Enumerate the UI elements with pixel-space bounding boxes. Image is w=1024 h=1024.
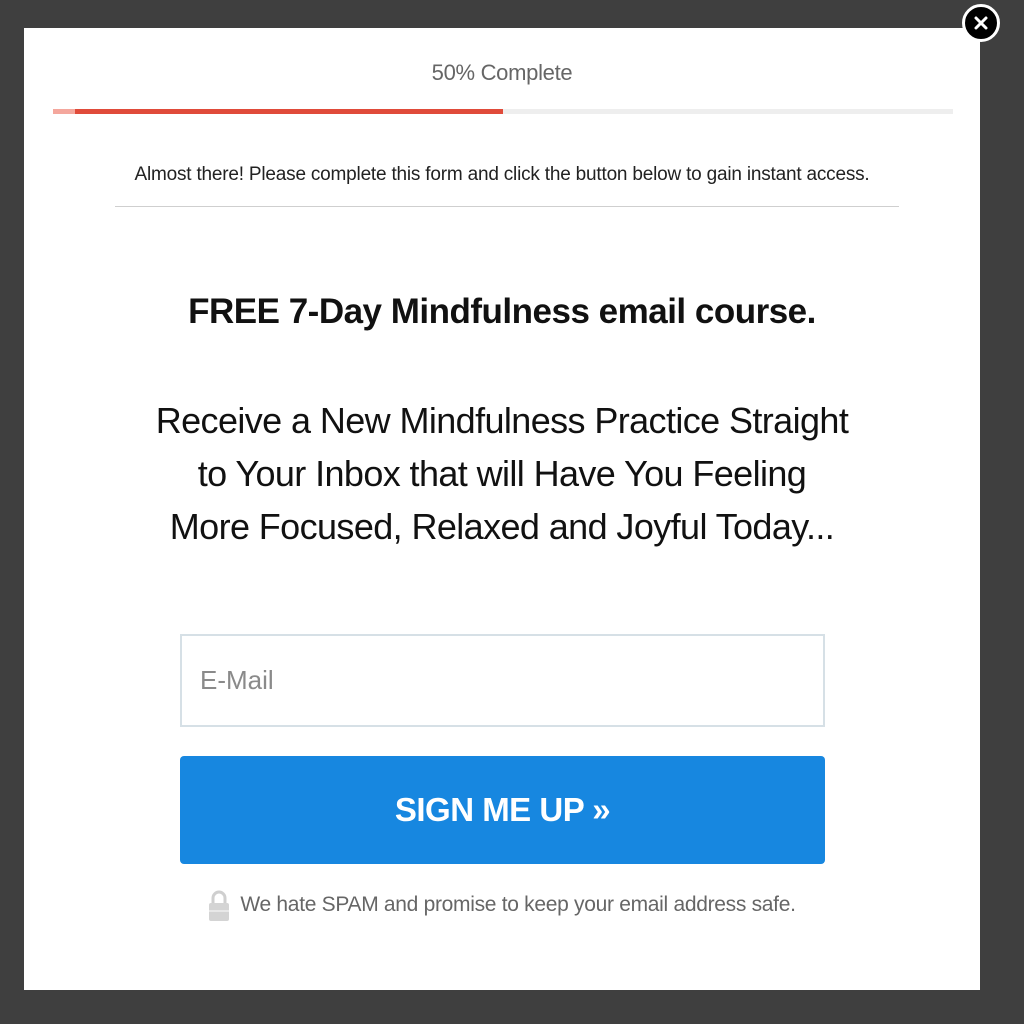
email-field[interactable] bbox=[180, 634, 825, 727]
divider bbox=[115, 206, 899, 207]
progress-bar-fill bbox=[53, 109, 503, 114]
spam-note: We hate SPAM and promise to keep your em… bbox=[24, 888, 980, 922]
progress-label: 50% Complete bbox=[431, 60, 573, 85]
progress-bar bbox=[53, 109, 953, 114]
lock-icon bbox=[208, 888, 230, 922]
sign-me-up-button[interactable]: SIGN ME UP » bbox=[180, 756, 825, 864]
close-button[interactable] bbox=[962, 4, 1000, 42]
signup-modal: 50% Complete Almost there! Please comple… bbox=[24, 28, 980, 990]
close-icon bbox=[974, 16, 988, 30]
spam-note-text: We hate SPAM and promise to keep your em… bbox=[240, 893, 796, 916]
headline: FREE 7-Day Mindfulness email course. bbox=[188, 292, 816, 331]
subheadline: Receive a New Mindfulness Practice Strai… bbox=[155, 400, 849, 547]
intro-text: Almost there! Please complete this form … bbox=[134, 164, 870, 185]
modal-overlay: 50% Complete Almost there! Please comple… bbox=[0, 0, 1024, 1024]
